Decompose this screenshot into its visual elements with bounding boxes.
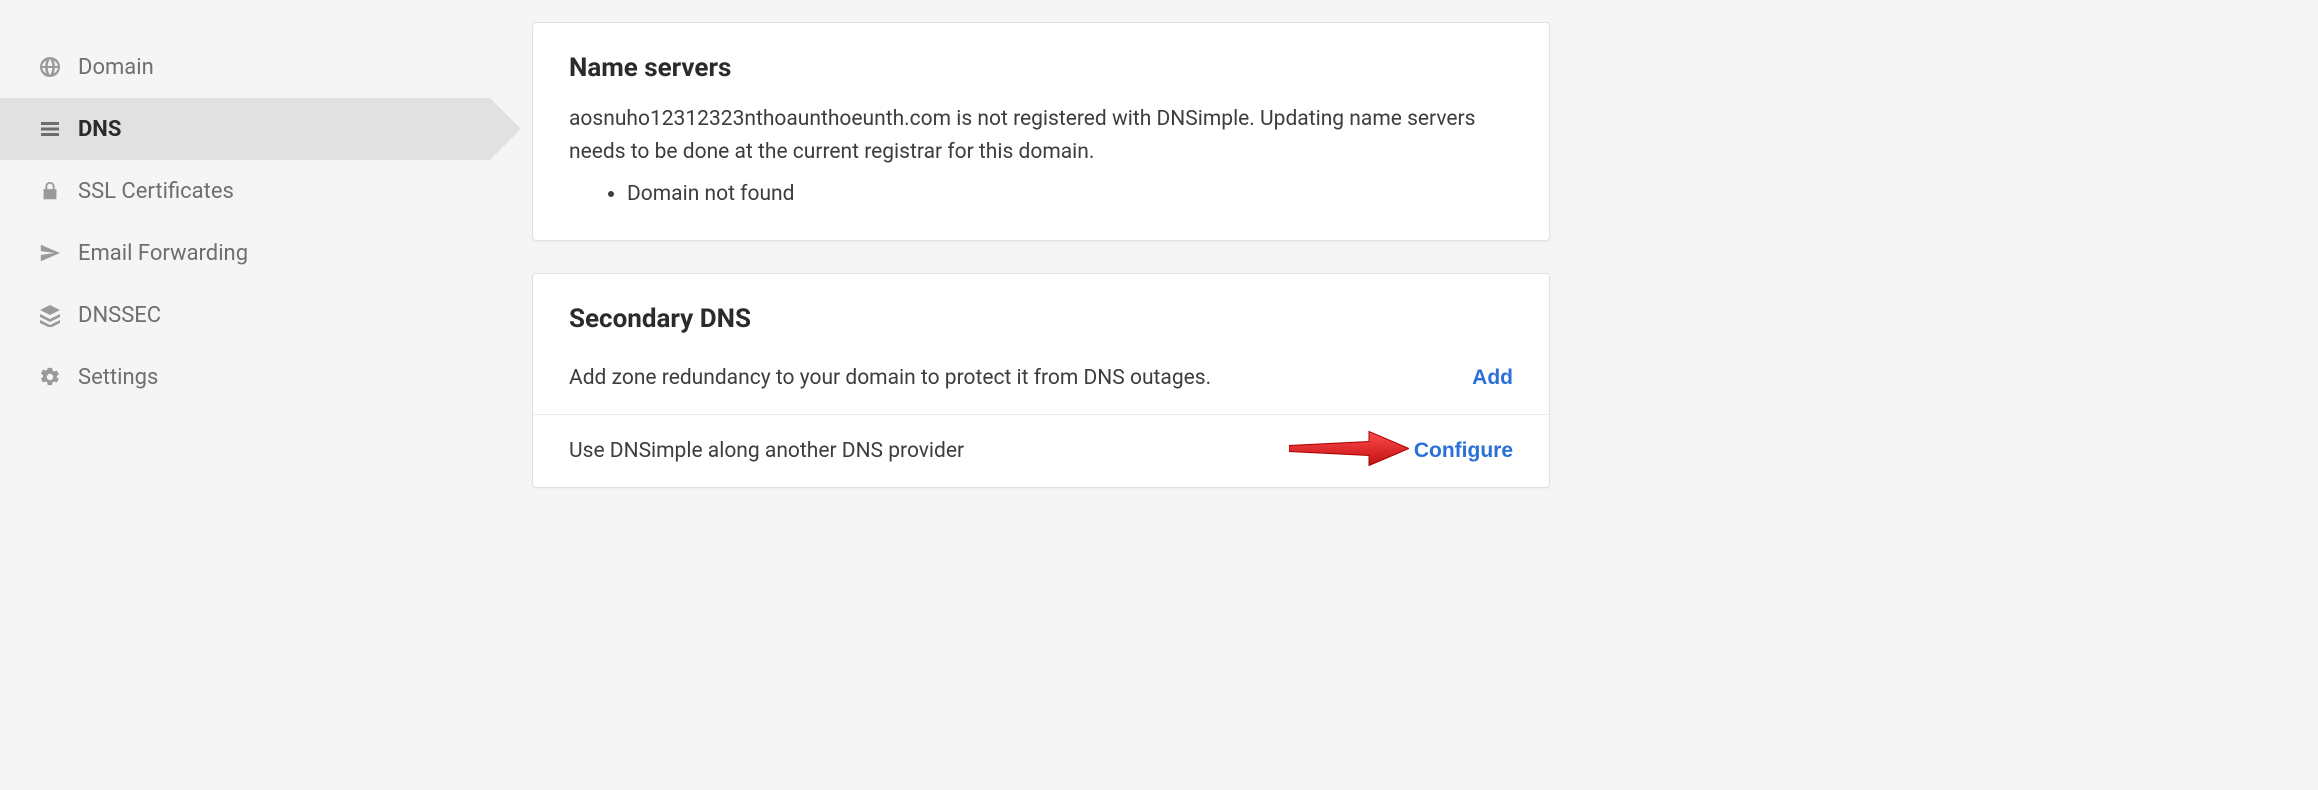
sidebar-item-label: Domain (78, 55, 154, 80)
nameservers-title: Name servers (569, 53, 1513, 83)
stack-icon (36, 301, 64, 329)
nameservers-errors: Domain not found (627, 182, 1513, 206)
main-content: Name servers aosnuho12312323nthoaunthoeu… (490, 0, 1550, 790)
secondary-dns-row-text: Add zone redundancy to your domain to pr… (569, 366, 1211, 390)
sidebar-item-domain[interactable]: Domain (0, 36, 490, 98)
sidebar-item-label: Settings (78, 365, 158, 390)
sidebar-item-dns[interactable]: DNS (0, 98, 490, 160)
gear-icon (36, 363, 64, 391)
nameservers-body: aosnuho12312323nthoaunthoeunth.com is no… (569, 103, 1513, 168)
annotation-arrow-icon (1289, 429, 1409, 474)
list-icon (36, 115, 64, 143)
sidebar: Domain DNS SSL Certificates Email Forwar… (0, 0, 490, 790)
sidebar-item-label: DNSSEC (78, 303, 161, 328)
secondary-dns-row-provider: Use DNSimple along another DNS provider … (533, 414, 1549, 487)
secondary-dns-row-redundancy: Add zone redundancy to your domain to pr… (533, 362, 1549, 414)
sidebar-item-label: SSL Certificates (78, 179, 234, 204)
secondary-dns-card: Secondary DNS Add zone redundancy to you… (532, 273, 1550, 488)
sidebar-item-label: DNS (78, 117, 121, 142)
secondary-dns-row-text: Use DNSimple along another DNS provider (569, 439, 964, 463)
add-button[interactable]: Add (1472, 366, 1513, 390)
secondary-dns-title: Secondary DNS (569, 304, 1513, 334)
send-icon (36, 239, 64, 267)
sidebar-item-email-forwarding[interactable]: Email Forwarding (0, 222, 490, 284)
sidebar-item-ssl[interactable]: SSL Certificates (0, 160, 490, 222)
configure-button[interactable]: Configure (1414, 439, 1513, 463)
sidebar-item-dnssec[interactable]: DNSSEC (0, 284, 490, 346)
nameservers-error-item: Domain not found (627, 182, 1513, 206)
nameservers-card: Name servers aosnuho12312323nthoaunthoeu… (532, 22, 1550, 241)
globe-icon (36, 53, 64, 81)
sidebar-item-settings[interactable]: Settings (0, 346, 490, 408)
lock-icon (36, 177, 64, 205)
sidebar-item-label: Email Forwarding (78, 241, 248, 266)
